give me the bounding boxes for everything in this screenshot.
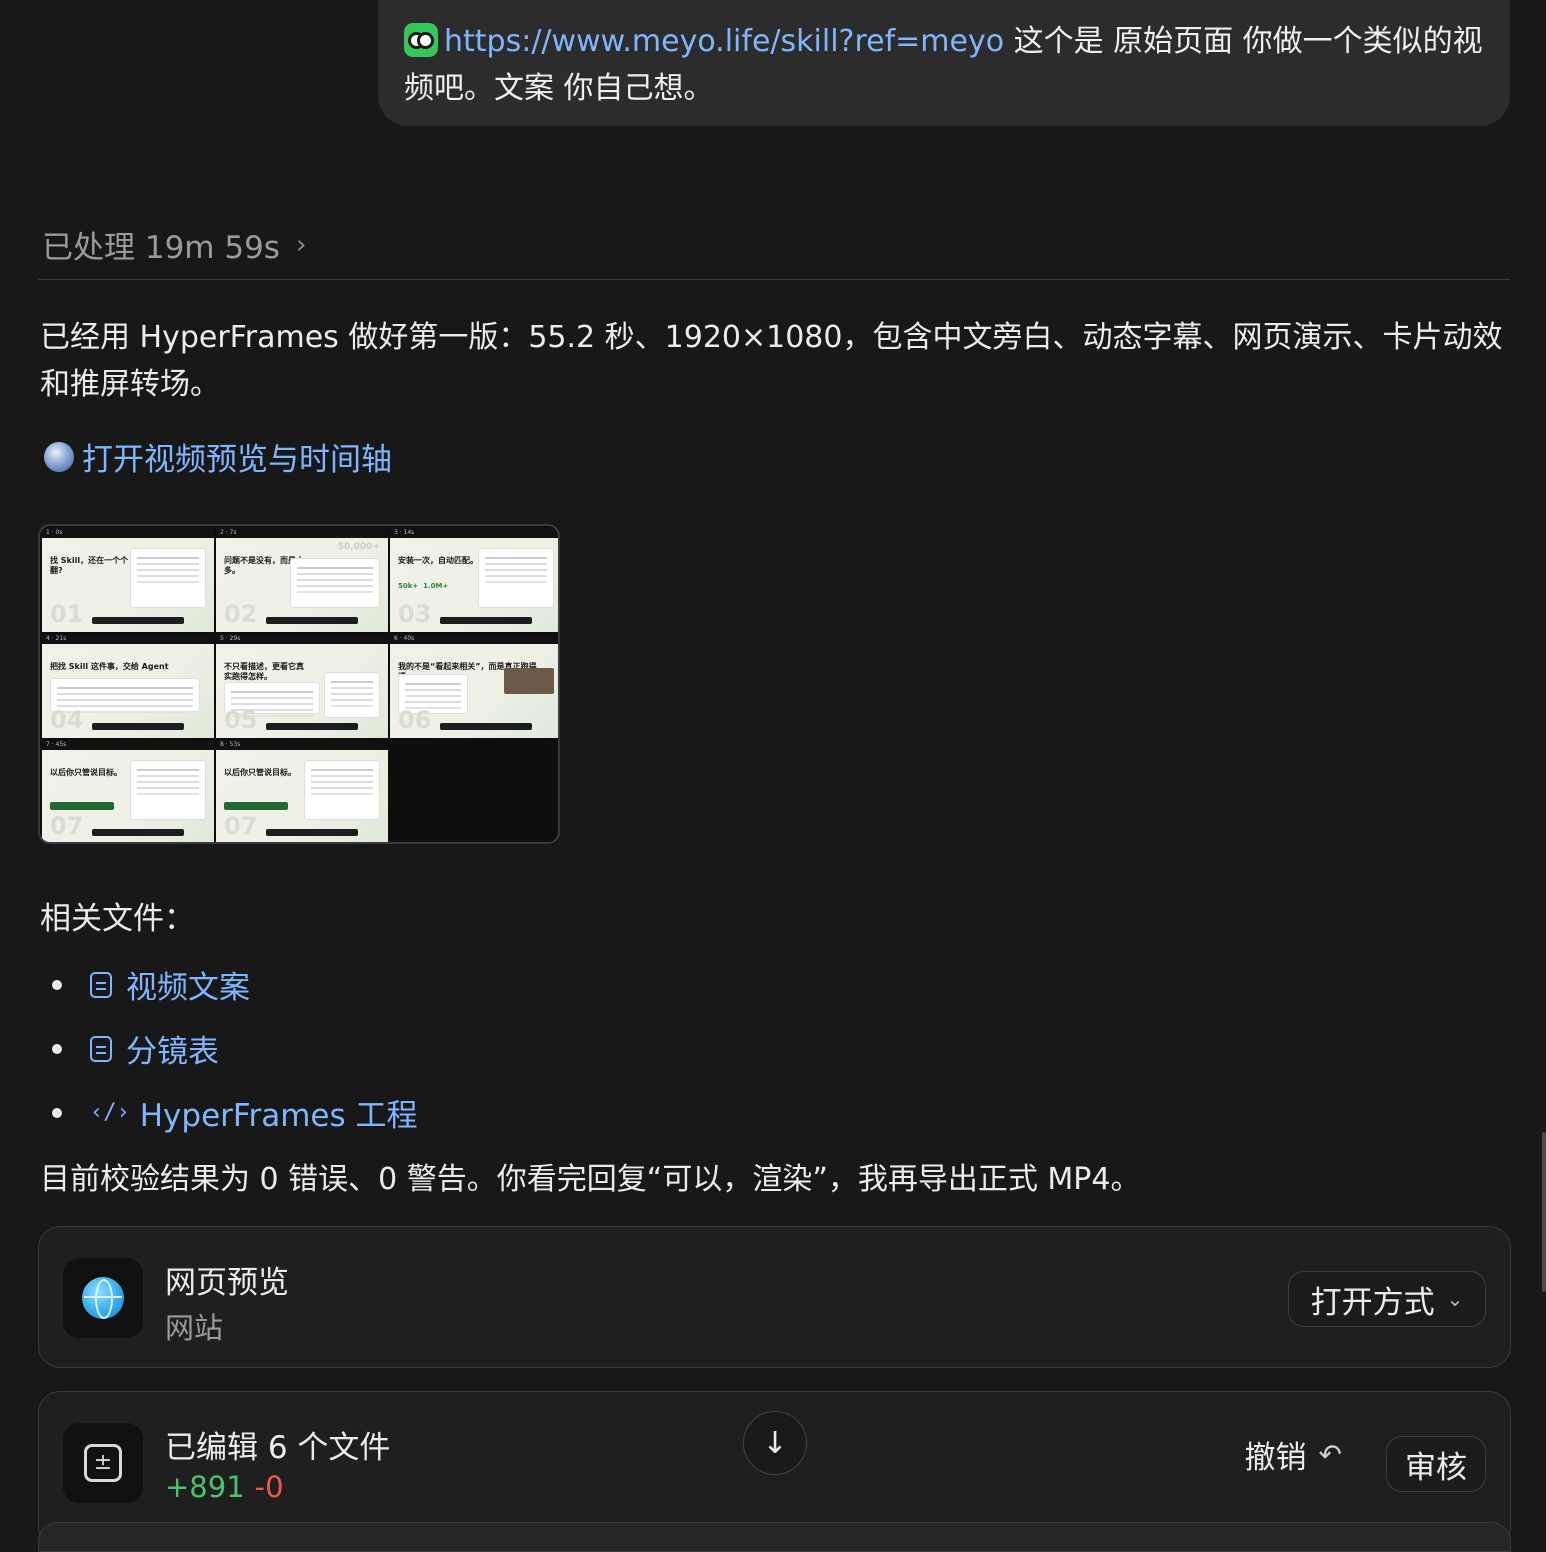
user-message-bubble: https://www.meyo.life/skill?ref=meyo 这个是…: [378, 0, 1510, 126]
diff-icon: ±: [84, 1444, 122, 1482]
undo-icon: ↶: [1318, 1438, 1342, 1471]
thumbnail-frame: 6 · 40s 我的不是“看起来相关”，而是真正跑得通。 06: [390, 634, 558, 738]
lines-removed: -0: [254, 1470, 284, 1504]
validation-status: 目前校验结果为 0 错误、0 警告。你看完回复“可以，渲染”，我再导出正式 MP…: [40, 1162, 1141, 1197]
thumbnail-frame: 2 · 7s 问题不是没有，而是太多。 50,000+ 02: [216, 528, 388, 632]
video-preview-link[interactable]: 打开视频预览与时间轴: [44, 434, 392, 479]
thumbnail-number: 04: [50, 706, 84, 734]
bullet: [52, 1043, 62, 1054]
video-preview-link-label: 打开视频预览与时间轴: [82, 442, 392, 478]
file-link-label: 分镜表: [126, 1034, 219, 1070]
thumbnail-stat: 50k+: [398, 582, 419, 590]
code-icon: ‹/›: [90, 1100, 130, 1125]
open-with-label: 打开方式: [1310, 1284, 1435, 1321]
thumbnail-title: 安装一次，自动匹配。: [398, 556, 478, 565]
thumbnail-title: 不只看描述，更看它真实跑得怎样。: [224, 662, 304, 681]
thumbnail-title: 以后你只管说目标。: [50, 768, 122, 777]
thumbnail-number: 02: [224, 600, 258, 628]
thumbnail-frame: 4 · 21s 把找 Skill 这件事，交给 Agent 04: [42, 634, 214, 738]
undo-label: 撤销: [1244, 1440, 1307, 1476]
processed-label: 已处理 19m 59s: [42, 230, 280, 266]
thumbnail-number: 06: [398, 706, 432, 734]
thumbnail-number: 01: [50, 600, 84, 628]
file-link-storyboard[interactable]: 分镜表: [52, 1026, 219, 1071]
composer-edge: [38, 1522, 1511, 1552]
arrow-down-icon: ↓: [762, 1425, 788, 1461]
file-link-video-script[interactable]: 视频文案: [52, 962, 250, 1007]
edited-files-title: 已编辑 6 个文件: [165, 1430, 391, 1466]
web-preview-subtitle: 网站: [165, 1311, 224, 1345]
chevron-right-icon: ›: [295, 229, 307, 260]
thumbnail-title: 以后你只管说目标。: [224, 768, 296, 777]
document-icon: [90, 1035, 112, 1062]
edited-files-tile: ±: [63, 1423, 143, 1503]
thumbnail-title: 找 Skill，还在一个个翻?: [50, 556, 129, 575]
thumbnail-frame: 7 · 45s 以后你只管说目标。 07: [42, 740, 214, 842]
globe-icon: [82, 1277, 124, 1319]
thumbnail-number: 03: [398, 600, 432, 628]
diff-stats: +891 -0: [165, 1470, 284, 1504]
globe-icon: [44, 441, 74, 472]
file-link-hyperframes-project[interactable]: ‹/› HyperFrames 工程: [52, 1090, 418, 1135]
thumbnail-number: 07: [50, 812, 84, 840]
meyo-favicon-icon: [404, 23, 438, 57]
scrollbar-thumb[interactable]: [1542, 1132, 1546, 1292]
divider: [38, 279, 1510, 280]
undo-button[interactable]: 撤销 ↶: [1245, 1432, 1342, 1477]
thumbnail-frame: 1 · 0s 找 Skill，还在一个个翻? 01: [42, 528, 214, 632]
chevron-down-icon: ⌄: [1446, 1287, 1464, 1311]
files-label: 相关文件：: [40, 901, 195, 937]
thumbnail-number: 05: [224, 706, 258, 734]
processed-toggle[interactable]: 已处理 19m 59s ›: [42, 222, 306, 267]
thumbnail-frame: 8 · 53s 以后你只管说目标。 07: [216, 740, 388, 842]
open-with-button[interactable]: 打开方式 ⌄: [1288, 1271, 1486, 1327]
web-preview-tile: [63, 1258, 143, 1338]
document-icon: [90, 971, 112, 998]
file-link-label: 视频文案: [126, 970, 250, 1006]
file-link-label: HyperFrames 工程: [139, 1098, 418, 1134]
assistant-summary: 已经用 HyperFrames 做好第一版：55.2 秒、1920×1080，包…: [40, 320, 1503, 402]
bullet: [52, 1107, 62, 1118]
thumbnail-frame: 5 · 29s 不只看描述，更看它真实跑得怎样。 05: [216, 634, 388, 738]
lines-added: +891: [165, 1470, 245, 1504]
scroll-to-bottom-button[interactable]: ↓: [743, 1411, 807, 1475]
thumbnail-stat: 1.0M+: [423, 582, 449, 590]
web-preview-title: 网页预览: [165, 1265, 289, 1301]
review-button[interactable]: 审核: [1386, 1436, 1486, 1492]
thumbnail-frame: 3 · 14s 安装一次，自动匹配。 50k+ 1.0M+ 03: [390, 528, 558, 632]
bullet: [52, 979, 62, 990]
thumbnail-badge: 50,000+: [337, 542, 380, 552]
storyboard-thumbnails[interactable]: 1 · 0s 找 Skill，还在一个个翻? 01 2 · 7s 问题不是没有，…: [38, 524, 560, 844]
thumbnail-number: 07: [224, 812, 258, 840]
review-label: 审核: [1405, 1449, 1467, 1486]
web-preview-card[interactable]: 网页预览 网站 打开方式 ⌄: [38, 1226, 1511, 1368]
user-message-link[interactable]: https://www.meyo.life/skill?ref=meyo: [444, 24, 1004, 59]
thumbnail-title: 把找 Skill 这件事，交给 Agent: [50, 662, 169, 671]
